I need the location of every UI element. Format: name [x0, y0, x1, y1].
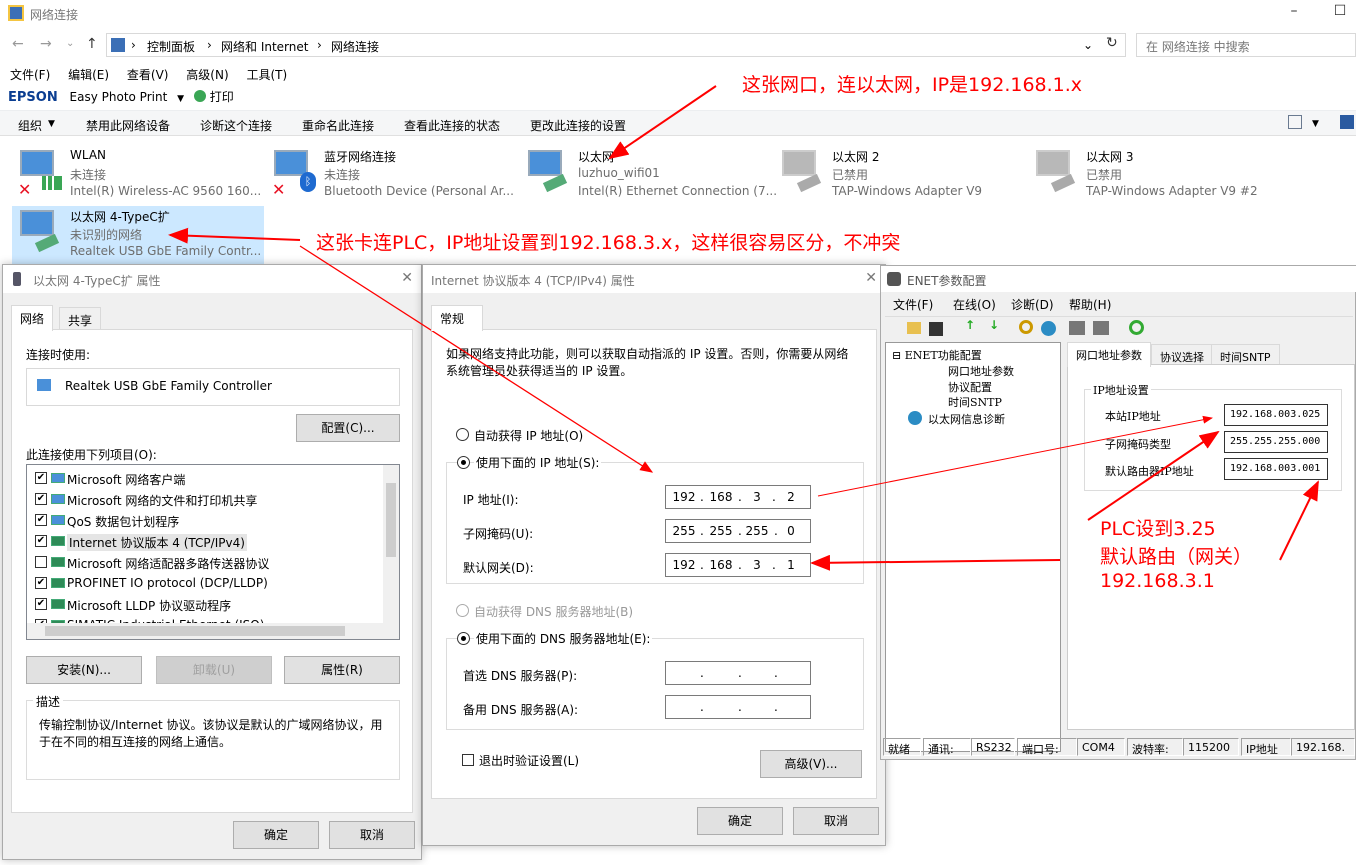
- arrow-to-gateway: [810, 554, 1061, 571]
- annotation-arrows: [168, 85, 1319, 571]
- arrow-to-router-ip: [1279, 480, 1319, 561]
- arrow-to-ethernet: [608, 85, 717, 160]
- enet-tab-ip-params[interactable]: 网口地址参数: [1067, 342, 1151, 367]
- arrow-to-ip-field: [299, 245, 654, 473]
- arrow-to-typec-adapter: [168, 227, 301, 244]
- tab-general[interactable]: 常规: [431, 305, 483, 331]
- arrow-to-mask: [1087, 430, 1220, 521]
- arrow-to-station-ip: [817, 415, 1213, 497]
- tab-network[interactable]: 网络: [11, 305, 54, 331]
